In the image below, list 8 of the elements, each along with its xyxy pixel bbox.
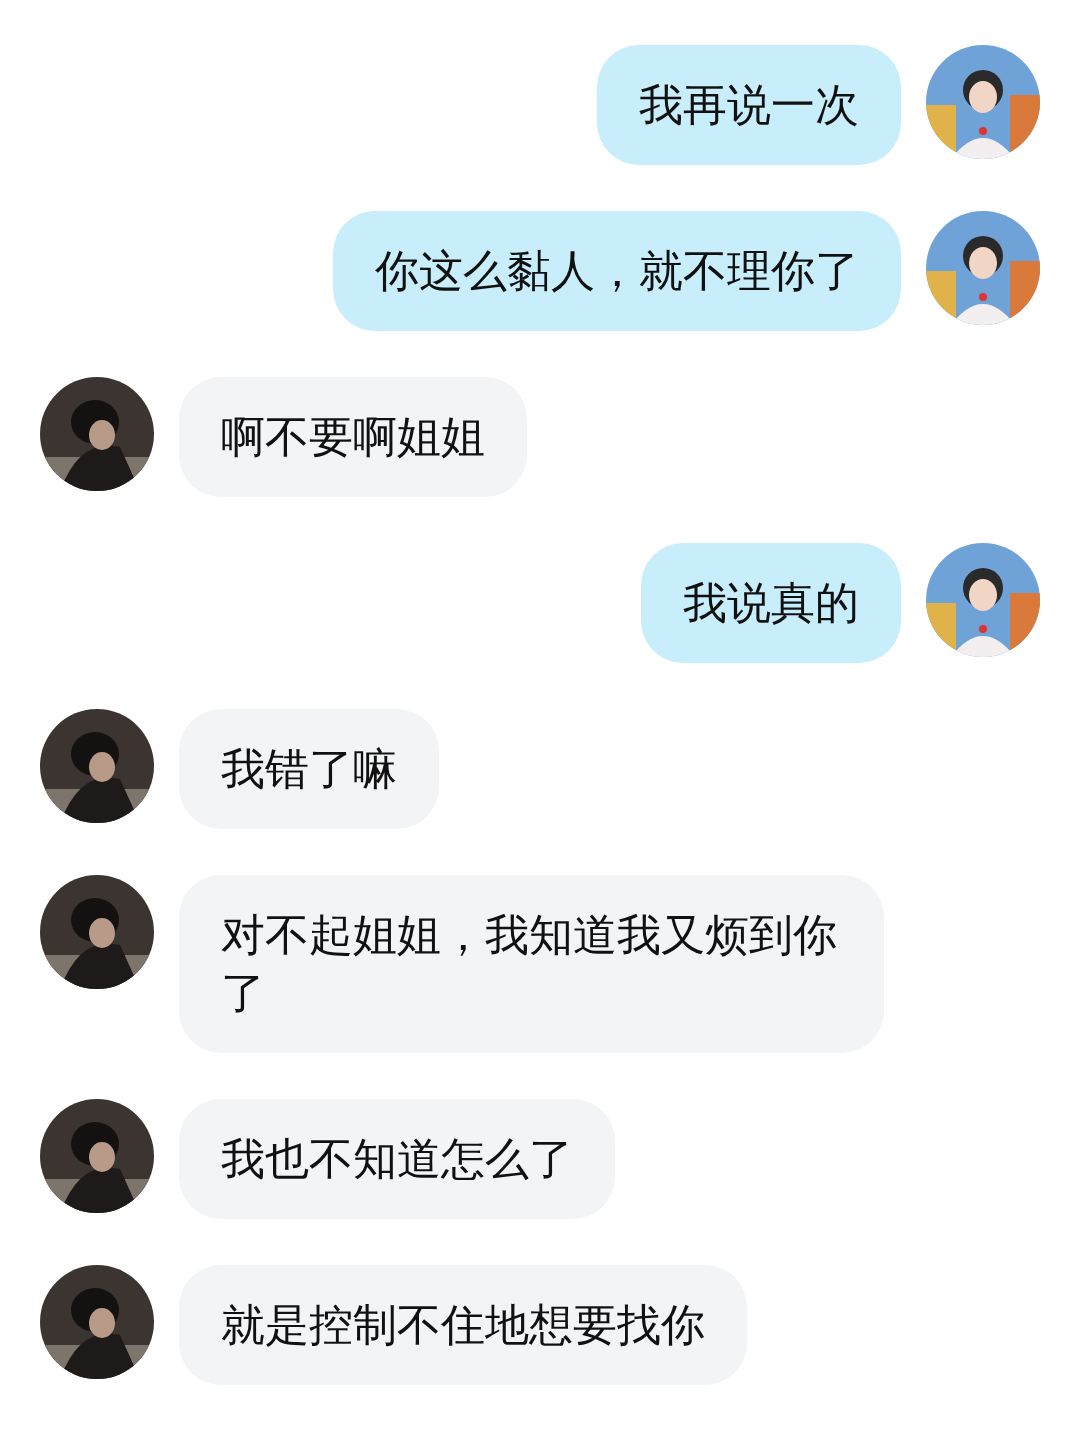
message-bubble: 你这么黏人，就不理你了 [333,211,901,331]
message-bubble: 我再说一次 [597,45,901,165]
message-bubble: 对不起姐姐，我知道我又烦到你了 [179,875,884,1053]
message-bubble: 啊不要啊姐姐 [179,377,527,497]
message-bubble: 我错了嘛 [179,709,439,829]
message-bubble: 我也不知道怎么了 [179,1099,615,1219]
message-bubble: 就是控制不住地想要找你 [179,1265,747,1385]
message-bubble: 我说真的 [641,543,901,663]
